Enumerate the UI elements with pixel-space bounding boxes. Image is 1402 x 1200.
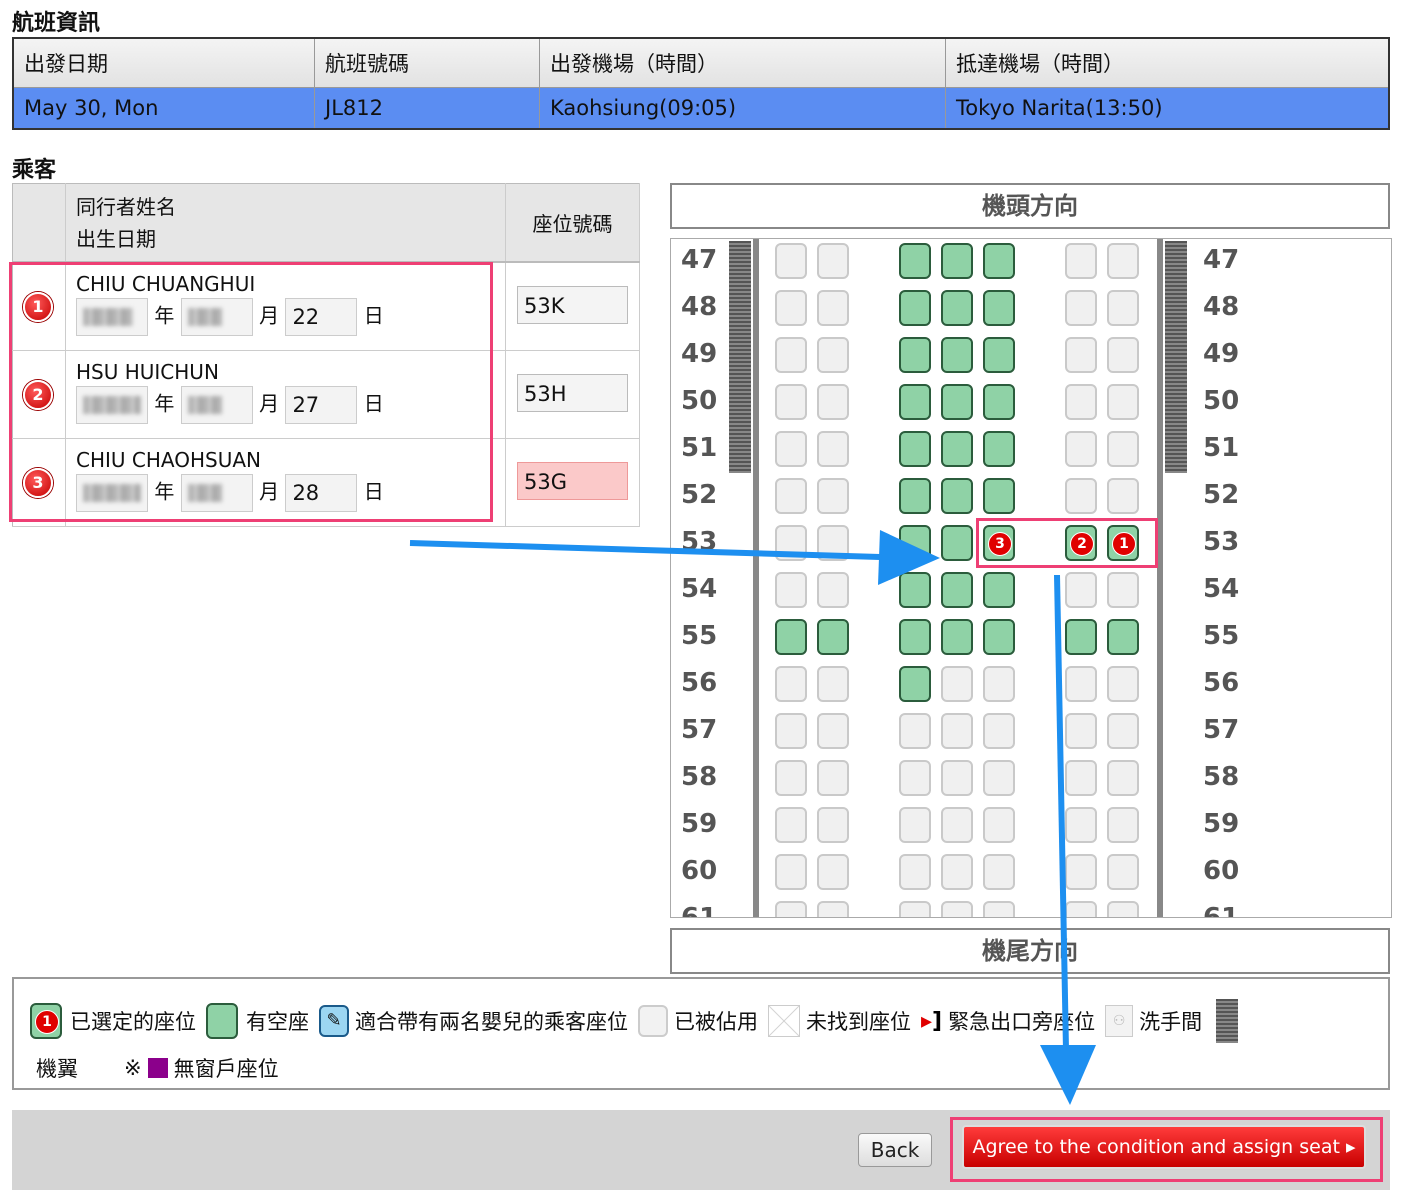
arrow-to-seatmap: [409, 540, 881, 560]
arrow-to-button: [1054, 574, 1069, 1051]
arrow-head-right: [878, 530, 940, 585]
arrow-head-down: [1040, 1045, 1096, 1105]
annotation-arrows: [409, 530, 1096, 1105]
